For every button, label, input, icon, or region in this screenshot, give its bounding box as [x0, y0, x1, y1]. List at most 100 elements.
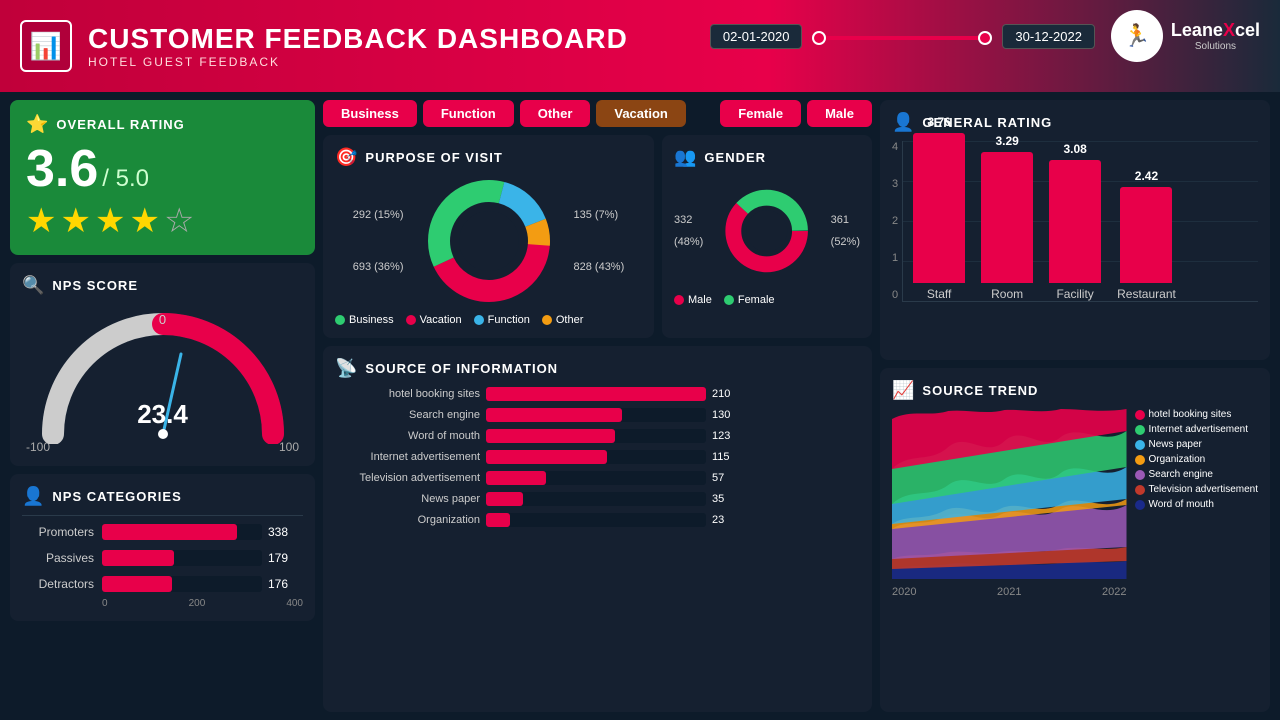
legend-label-business: Business	[349, 314, 394, 326]
trend-chart-svg	[892, 409, 1127, 579]
source-of-information-card: 📡 SOURCE OF INFORMATION hotel booking si…	[323, 346, 872, 712]
legend-dot-tv-adv	[1135, 485, 1145, 495]
date-slider-right[interactable]	[978, 31, 992, 45]
tab-business[interactable]: Business	[323, 100, 417, 127]
tab-other[interactable]: Other	[520, 100, 591, 127]
gender-title: GENDER	[704, 150, 766, 165]
source-fill-search	[486, 408, 622, 422]
tab-function[interactable]: Function	[423, 100, 514, 127]
source-label-internet: Internet advertisement	[335, 451, 480, 463]
star-2: ★	[60, 201, 90, 241]
legend-tv-adv: Television advertisement	[1135, 484, 1259, 495]
source-val-news: 35	[712, 493, 724, 505]
trend-x-2020: 2020	[892, 586, 916, 598]
date-range: 02-01-2020 30-12-2022	[710, 24, 1095, 49]
y-axis: 4 3 2 1 0	[892, 141, 898, 301]
source-icon: 📡	[335, 358, 357, 379]
y-0: 0	[892, 289, 898, 301]
legend-label-internet-adv: Internet advertisement	[1149, 424, 1249, 435]
legend-organization: Organization	[1135, 454, 1259, 465]
tab-vacation[interactable]: Vacation	[596, 100, 685, 127]
date-slider-left[interactable]	[812, 31, 826, 45]
source-val-internet: 115	[712, 451, 730, 463]
purpose-donut-section: 292 (15%) 693 (36%) 135 (7%)	[335, 176, 642, 306]
gender-label-male: 361(52%)	[831, 209, 860, 253]
legend-news-paper: News paper	[1135, 439, 1259, 450]
source-val-hotel: 210	[712, 388, 730, 400]
date-slider-track[interactable]	[812, 36, 992, 40]
source-fill-hotel	[486, 387, 706, 401]
y-3: 3	[892, 178, 898, 190]
source-val-search: 130	[712, 409, 730, 421]
source-fill-org	[486, 513, 510, 527]
bar-fill-restaurant	[1120, 187, 1172, 283]
source-bar-internet-container	[486, 450, 706, 464]
date-end[interactable]: 30-12-2022	[1002, 24, 1095, 49]
bar-label-restaurant: Restaurant	[1117, 287, 1176, 301]
purpose-label-business: 693 (36%)	[353, 256, 404, 278]
legend-dot-organization	[1135, 455, 1145, 465]
source-fill-internet	[486, 450, 607, 464]
legend-label-organization: Organization	[1149, 454, 1206, 465]
star-4: ★	[129, 201, 159, 241]
bar-label-facility: Facility	[1056, 287, 1093, 301]
nps-categories-card: 👤 NPS CATEGORIES Promoters 338 Passives	[10, 474, 315, 621]
tab-female[interactable]: Female	[720, 100, 801, 127]
bar-chart-bars: 3.76 Staff 3.29 Room 3.08	[903, 141, 1258, 301]
legend-function: Function	[474, 314, 530, 326]
passives-value: 179	[268, 551, 296, 565]
source-val-org: 23	[712, 514, 724, 526]
detractors-label: Detractors	[22, 577, 94, 591]
legend-dot-vacation	[406, 315, 416, 325]
legend-hotel-booking: hotel booking sites	[1135, 409, 1259, 420]
legend-dot-business	[335, 315, 345, 325]
categories-icon: 👤	[22, 486, 44, 507]
general-rating-card: 👤 GENERAL RATING 4 3 2 1 0	[880, 100, 1270, 360]
rating-value: 3.6	[26, 143, 98, 195]
legend-label-other: Other	[556, 314, 584, 326]
mid-column: Business Function Other Vacation Female …	[323, 100, 872, 712]
gender-donut-section: 332(48%) 361(52%)	[674, 176, 860, 286]
date-start[interactable]: 02-01-2020	[710, 24, 803, 49]
legend-search-engine: Search engine	[1135, 469, 1259, 480]
source-bar-search-container	[486, 408, 706, 422]
bar-row-passives: Passives 179	[22, 550, 303, 566]
bar-fill-facility	[1049, 160, 1101, 283]
purpose-icon: 🎯	[335, 147, 357, 168]
source-val-tv: 57	[712, 472, 724, 484]
detractors-bar-container	[102, 576, 262, 592]
nps-axis: 0 200 400	[22, 598, 303, 609]
source-trend-title: SOURCE TREND	[922, 383, 1038, 398]
stars: ★ ★ ★ ★ ☆	[26, 201, 299, 241]
legend-label-hotel-booking: hotel booking sites	[1149, 409, 1232, 420]
source-label-search: Search engine	[335, 409, 480, 421]
nps-score-title: NPS SCORE	[52, 278, 138, 293]
legend-label-tv-adv: Television advertisement	[1149, 484, 1259, 495]
bar-val-facility: 3.08	[1063, 142, 1086, 156]
source-bar-news: News paper 35	[335, 492, 860, 506]
purpose-labels-right: 135 (7%) 828 (43%)	[574, 204, 625, 278]
bar-row-promoters: Promoters 338	[22, 524, 303, 540]
source-bar-org-container	[486, 513, 706, 527]
trend-icon: 📈	[892, 380, 914, 401]
source-bar-tv-container	[486, 471, 706, 485]
legend-label-male: Male	[688, 294, 712, 306]
legend-other: Other	[542, 314, 584, 326]
legend-label-search-engine: Search engine	[1149, 469, 1214, 480]
rating-max: / 5.0	[102, 165, 149, 193]
dashboard: 📊 CUSTOMER FEEDBACK DASHBOARD HOTEL GUES…	[0, 0, 1280, 720]
purpose-labels-left: 292 (15%) 693 (36%)	[353, 204, 404, 278]
source-fill-news	[486, 492, 523, 506]
tab-male[interactable]: Male	[807, 100, 872, 127]
trend-x-2021: 2021	[997, 586, 1021, 598]
general-rating-icon: 👤	[892, 112, 914, 133]
source-label-news: News paper	[335, 493, 480, 505]
source-label-word: Word of mouth	[335, 430, 480, 442]
trend-chart-area: 2020 2021 2022	[892, 409, 1127, 700]
y-4: 4	[892, 141, 898, 153]
trend-legend: hotel booking sites Internet advertiseme…	[1135, 409, 1259, 700]
logo: 🏃 LeaneXcel Solutions	[1111, 10, 1260, 62]
promoters-value: 338	[268, 525, 296, 539]
legend-label-vacation: Vacation	[420, 314, 462, 326]
legend-dot-female	[724, 295, 734, 305]
